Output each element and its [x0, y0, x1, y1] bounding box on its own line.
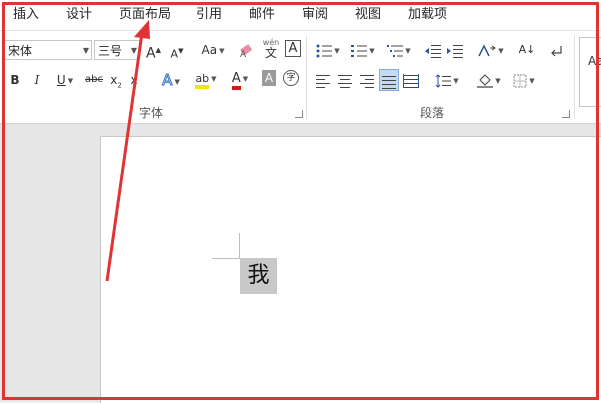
align-left-icon — [316, 74, 330, 88]
underline-button[interactable]: U ▼ — [51, 69, 79, 91]
font-size-value: 三号 — [98, 44, 123, 58]
group-divider — [306, 35, 307, 119]
italic-icon: I — [34, 73, 40, 87]
shrink-font-icon: A — [170, 47, 179, 61]
superscript-icon: x — [130, 73, 138, 87]
align-left-button[interactable] — [314, 69, 332, 91]
group-divider — [574, 35, 575, 119]
multilevel-list-icon — [387, 44, 404, 57]
paragraph-group-label: 段落 — [420, 106, 445, 120]
bullet-list-icon — [316, 44, 333, 57]
bold-button[interactable]: B — [8, 69, 22, 91]
font-color-button[interactable]: A ▼ — [226, 67, 254, 90]
margin-corner-mark — [239, 233, 240, 259]
decrease-indent-icon — [425, 44, 441, 58]
styles-gallery[interactable]: Aa — [579, 37, 601, 107]
chevron-down-icon: ▼ — [130, 46, 137, 55]
subscript-mark: 2 — [117, 81, 122, 90]
character-border-button[interactable]: A — [285, 40, 301, 57]
show-marks-button[interactable] — [548, 39, 564, 61]
chevron-down-icon: ▼ — [82, 46, 89, 55]
subscript-button[interactable]: x2 — [108, 69, 124, 91]
font-name-dropdown[interactable]: 宋体 ▼ — [4, 40, 92, 60]
change-case-icon: Aa — [201, 43, 218, 57]
bullets-button[interactable]: ▼ — [314, 39, 342, 61]
underline-icon: U — [56, 73, 66, 87]
font-group-label: 字体 — [139, 106, 164, 120]
align-center-button[interactable] — [336, 69, 354, 91]
bold-icon: B — [10, 73, 20, 87]
phonetic-guide-button[interactable]: wén 文 — [260, 37, 282, 59]
eraser-icon: A — [240, 43, 252, 60]
phonetic-char: 文 — [264, 46, 277, 60]
enclose-characters-button[interactable]: 字 — [283, 70, 299, 86]
line-spacing-button[interactable]: ▼ — [432, 69, 462, 91]
font-size-dropdown[interactable]: 三号 ▼ — [94, 40, 140, 60]
align-right-button[interactable] — [358, 69, 376, 91]
highlight-icon: ab — [195, 72, 210, 89]
justify-icon — [382, 75, 396, 89]
font-dialog-launcher-icon[interactable] — [295, 110, 303, 118]
grow-font-button[interactable]: A▲ — [146, 39, 161, 62]
justify-button[interactable] — [379, 69, 399, 91]
superscript-button[interactable]: x — [128, 69, 140, 91]
chinese-layout-button[interactable]: ▼ — [476, 39, 506, 61]
align-right-icon — [360, 74, 374, 88]
tab-addins[interactable]: 加载项 — [408, 0, 447, 30]
increase-indent-icon — [447, 44, 463, 58]
tab-design[interactable]: 设计 — [66, 0, 92, 30]
character-border-icon: A — [288, 41, 298, 56]
document-page[interactable]: 我 — [100, 136, 601, 403]
sort-button[interactable]: A↓ — [515, 39, 539, 61]
styles-sample: Aa — [588, 54, 601, 68]
clear-formatting-button[interactable]: A — [238, 39, 256, 61]
borders-icon — [513, 74, 527, 87]
line-spacing-icon — [435, 73, 452, 88]
chinese-layout-icon — [478, 43, 497, 56]
font-name-value: 宋体 — [8, 44, 33, 58]
shrink-font-button[interactable]: A▼ — [170, 40, 184, 62]
italic-button[interactable]: I — [30, 69, 44, 91]
selected-text[interactable]: 我 — [240, 258, 277, 294]
sort-icon: A↓ — [518, 43, 536, 56]
paragraph-dialog-launcher-icon[interactable] — [562, 110, 570, 118]
paint-bucket-icon — [477, 73, 494, 88]
align-center-icon — [338, 74, 352, 88]
tab-review[interactable]: 审阅 — [302, 0, 328, 30]
text-effects-icon: A — [162, 71, 173, 90]
borders-button[interactable]: ▼ — [508, 69, 540, 91]
tab-page-layout[interactable]: 页面布局 — [119, 0, 171, 30]
distributed-button[interactable] — [402, 69, 420, 91]
grow-font-icon: A — [146, 45, 156, 62]
enclose-characters-icon: 字 — [286, 73, 296, 83]
numbered-list-icon — [351, 44, 368, 57]
strikethrough-icon: abc — [85, 74, 103, 85]
text-effects-button[interactable]: A ▼ — [158, 69, 184, 91]
strikethrough-button[interactable]: abc — [83, 69, 105, 91]
change-case-button[interactable]: Aa ▼ — [197, 39, 229, 61]
multilevel-list-button[interactable]: ▼ — [383, 39, 415, 61]
distributed-icon — [403, 73, 419, 88]
font-color-icon: A — [231, 71, 241, 90]
document-area: 我 — [0, 124, 601, 403]
character-shading-button[interactable]: A — [262, 70, 276, 86]
margin-corner-mark — [212, 258, 239, 259]
tab-references[interactable]: 引用 — [196, 0, 222, 30]
ribbon: 宋体 ▼ 三号 ▼ A▲ A▼ Aa ▼ A wén 文 A B I U ▼ abc… — [0, 31, 601, 124]
tab-view[interactable]: 视图 — [355, 0, 381, 30]
decrease-indent-button[interactable] — [424, 39, 442, 61]
character-shading-icon: A — [264, 71, 274, 85]
svg-text:A: A — [240, 50, 247, 59]
numbering-button[interactable]: ▼ — [348, 39, 378, 61]
shading-button[interactable]: ▼ — [474, 69, 504, 91]
increase-indent-button[interactable] — [446, 39, 464, 61]
tab-mailings[interactable]: 邮件 — [249, 0, 275, 30]
tab-insert[interactable]: 插入 — [13, 0, 39, 30]
paragraph-mark-icon — [551, 45, 562, 56]
ribbon-tab-bar: 插入 设计 页面布局 引用 邮件 审阅 视图 加载项 — [0, 0, 601, 31]
highlight-button[interactable]: ab ▼ — [191, 67, 221, 89]
